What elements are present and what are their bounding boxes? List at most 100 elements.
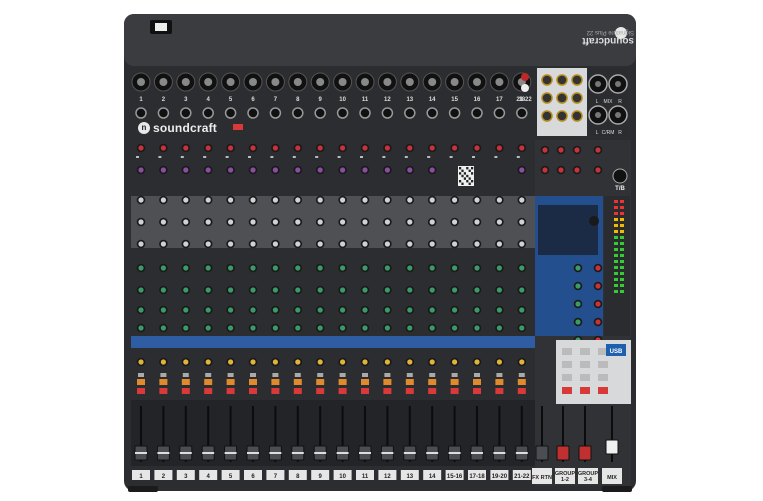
aux-output-jack[interactable] <box>541 92 553 104</box>
fx-return-fader[interactable] <box>535 445 549 461</box>
route-button[interactable] <box>159 379 168 385</box>
route-button[interactable] <box>495 379 504 385</box>
master-button[interactable] <box>580 348 590 355</box>
mute-button[interactable] <box>293 388 302 394</box>
route-button[interactable] <box>137 379 145 385</box>
aux-output-jack[interactable] <box>556 110 568 122</box>
route-button[interactable] <box>249 379 257 385</box>
master-button[interactable] <box>580 361 590 368</box>
line-input-5[interactable] <box>224 107 237 119</box>
mute-button[interactable] <box>204 388 213 394</box>
route-button[interactable] <box>338 379 347 385</box>
line-input-6[interactable] <box>247 107 259 119</box>
knob-cap <box>496 145 502 151</box>
route-button[interactable] <box>450 379 459 385</box>
line-input-9[interactable] <box>314 107 326 119</box>
aux-output-jack[interactable] <box>556 74 568 86</box>
route-button[interactable] <box>316 379 325 385</box>
mute-button[interactable] <box>271 388 280 394</box>
mix-fader[interactable] <box>605 439 619 455</box>
line-input-11[interactable] <box>359 107 371 119</box>
route-button[interactable] <box>271 379 280 385</box>
phones-jack[interactable] <box>612 168 628 184</box>
fx-program-knob[interactable] <box>589 216 599 226</box>
mute-button[interactable] <box>316 388 325 394</box>
line-input-15[interactable] <box>448 107 461 119</box>
aux-output-jack[interactable] <box>541 74 553 86</box>
line-input-7[interactable] <box>269 107 282 119</box>
group12-fader[interactable] <box>556 445 570 461</box>
output-label-r: R <box>618 99 622 105</box>
knob-scale-mark <box>158 156 162 158</box>
mute-button[interactable] <box>473 388 481 394</box>
aux-output-jack[interactable] <box>571 92 583 104</box>
mute-button[interactable] <box>137 388 145 394</box>
route-button[interactable] <box>428 379 437 385</box>
mute-button[interactable] <box>338 388 347 394</box>
line-input-2[interactable] <box>157 107 170 119</box>
level-meter-led <box>614 278 618 281</box>
route-button[interactable] <box>473 379 481 385</box>
master-button[interactable] <box>562 348 572 355</box>
line-input-16[interactable] <box>471 107 483 119</box>
line-input-13[interactable] <box>404 107 416 119</box>
xlr-pin-4 <box>204 78 213 86</box>
mute-button[interactable] <box>383 388 392 394</box>
mute-button[interactable] <box>517 388 526 394</box>
line-input-12[interactable] <box>381 107 394 119</box>
mute-button[interactable] <box>495 388 504 394</box>
mute-button[interactable] <box>181 388 190 394</box>
power-switch[interactable] <box>155 23 167 31</box>
aux-output-jack[interactable] <box>571 74 583 86</box>
master-button[interactable] <box>580 387 590 394</box>
route-button[interactable] <box>361 379 369 385</box>
route-button[interactable] <box>204 379 213 385</box>
mute-button[interactable] <box>450 388 459 394</box>
xlr-pin-8 <box>293 78 302 86</box>
master-button[interactable] <box>598 387 608 394</box>
knob-cap <box>205 197 211 203</box>
rca-input-left[interactable] <box>521 73 529 81</box>
mute-button[interactable] <box>249 388 257 394</box>
pan-knob-cap <box>205 359 211 365</box>
master-button[interactable] <box>562 374 572 381</box>
line-input-14[interactable] <box>426 107 438 119</box>
group12-label: 1-2 <box>561 477 569 483</box>
master-button[interactable] <box>562 361 572 368</box>
knob-cap <box>384 197 390 203</box>
line-input-1[interactable] <box>135 107 147 119</box>
knob-cap <box>384 145 390 151</box>
line-input-3[interactable] <box>180 107 192 119</box>
master-button[interactable] <box>598 361 608 368</box>
rca-input-right[interactable] <box>521 84 529 92</box>
line-input-8[interactable] <box>292 107 304 119</box>
knob-cap <box>384 219 390 225</box>
qr-pixel <box>468 169 471 172</box>
mute-button[interactable] <box>159 388 168 394</box>
aux-output-jack[interactable] <box>571 110 583 122</box>
aux-output-jack[interactable] <box>541 110 553 122</box>
route-button[interactable] <box>226 379 235 385</box>
knob-cap <box>160 265 166 271</box>
mute-button[interactable] <box>226 388 235 394</box>
usb-mode-button[interactable] <box>233 124 243 130</box>
mute-button[interactable] <box>428 388 437 394</box>
line-input-17[interactable] <box>493 107 506 119</box>
line-input-10[interactable] <box>336 107 349 119</box>
knob-cap <box>250 167 256 173</box>
line-input-4[interactable] <box>202 107 214 119</box>
knob-cap <box>295 307 301 313</box>
master-button[interactable] <box>580 374 590 381</box>
route-button[interactable] <box>293 379 302 385</box>
master-button[interactable] <box>562 387 572 394</box>
route-button[interactable] <box>405 379 414 385</box>
mute-button[interactable] <box>405 388 414 394</box>
mute-button[interactable] <box>361 388 369 394</box>
aux-output-jack[interactable] <box>556 92 568 104</box>
master-button[interactable] <box>598 374 608 381</box>
route-button[interactable] <box>181 379 190 385</box>
group34-fader[interactable] <box>578 445 592 461</box>
line-input-18[interactable] <box>516 107 528 119</box>
route-button[interactable] <box>383 379 392 385</box>
route-button[interactable] <box>517 379 526 385</box>
